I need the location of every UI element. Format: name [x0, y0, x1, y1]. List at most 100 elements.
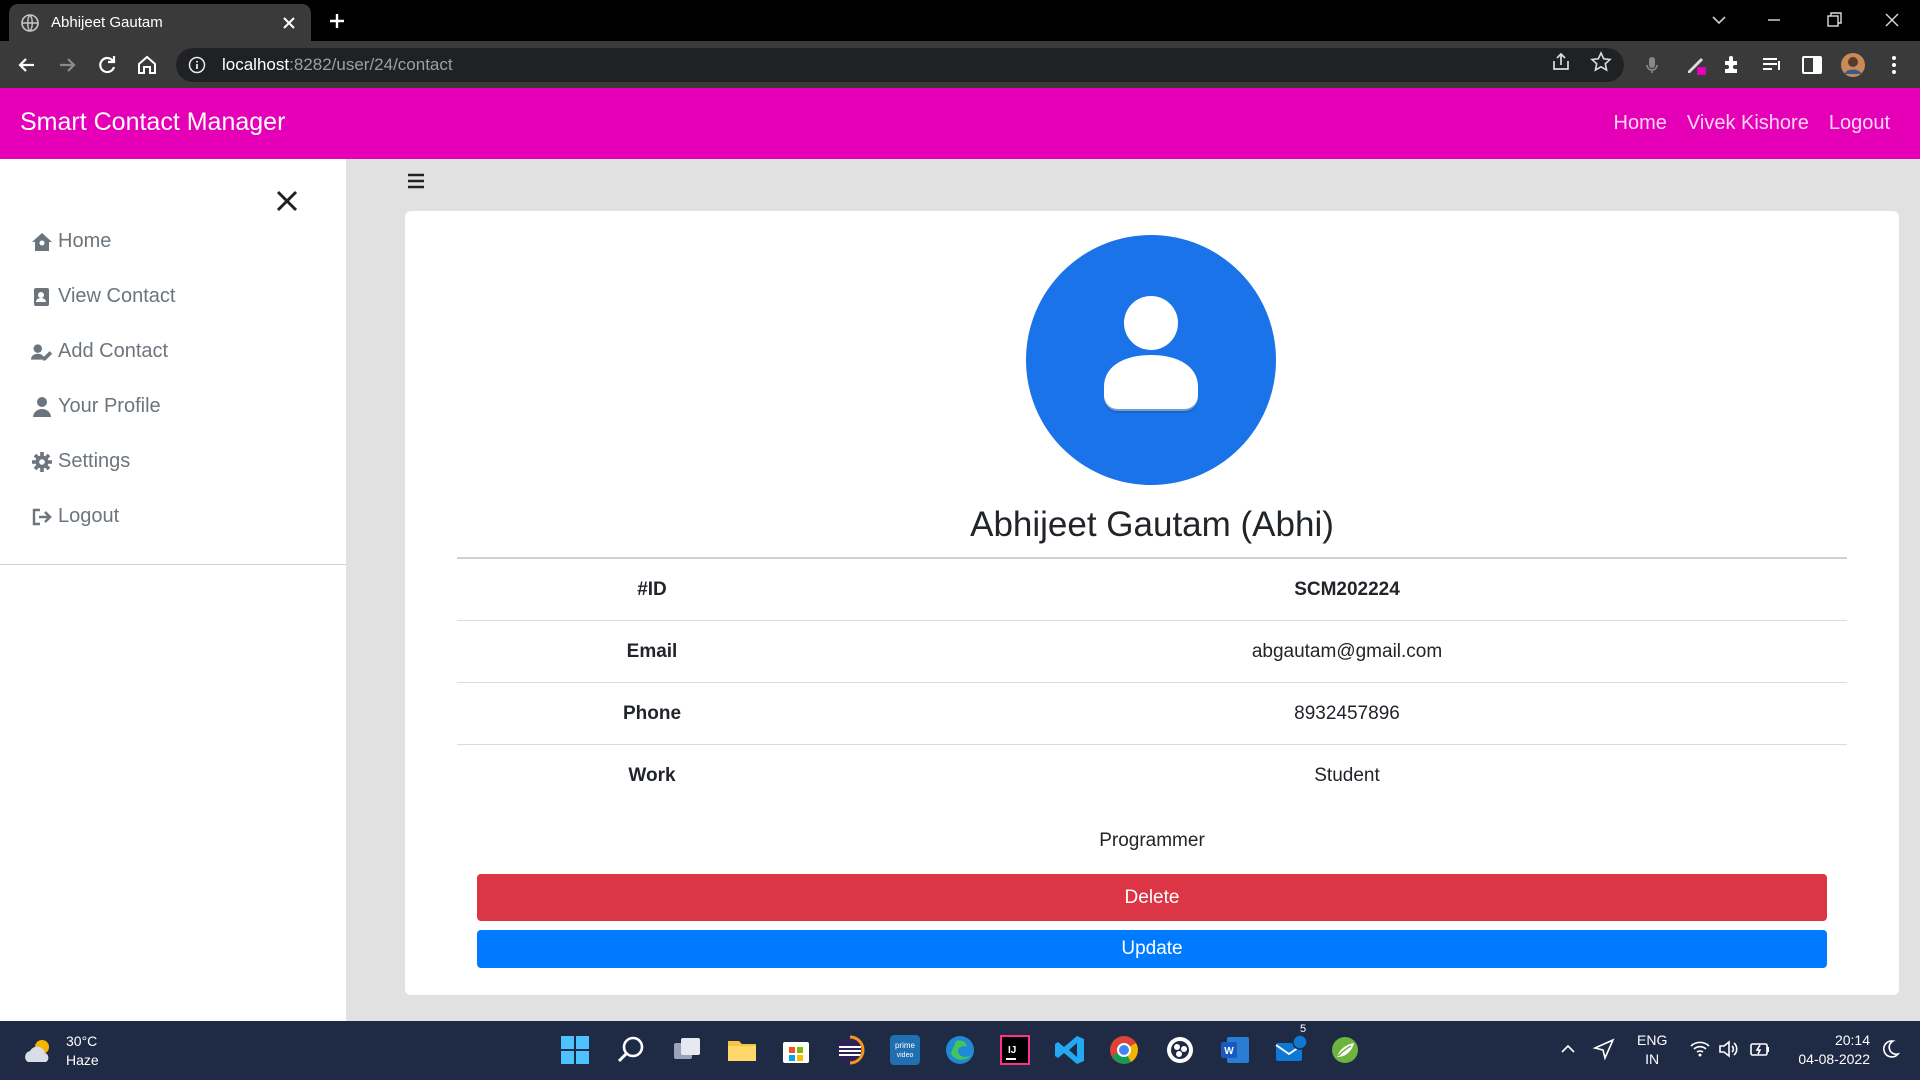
table-row: Work Student [457, 745, 1847, 807]
edge-icon[interactable] [943, 1033, 977, 1067]
user-icon [31, 396, 53, 418]
gear-icon [31, 451, 53, 473]
close-window-icon[interactable] [1880, 8, 1904, 32]
sidebar-item-your-profile[interactable]: Your Profile [0, 379, 346, 434]
sidebar-item-home[interactable]: Home [0, 214, 346, 269]
vscode-icon[interactable] [1053, 1033, 1087, 1067]
eclipse-icon[interactable] [833, 1033, 867, 1067]
region-code: IN [1645, 1051, 1660, 1067]
home-icon [31, 231, 53, 253]
tab-close-icon[interactable] [279, 13, 299, 33]
nav-logout-link[interactable]: Logout [1829, 112, 1890, 135]
task-view-icon[interactable] [670, 1033, 704, 1067]
chrome-icon[interactable] [1107, 1033, 1141, 1067]
weather-description: Haze [66, 1052, 99, 1068]
back-icon[interactable] [14, 52, 40, 78]
spring-tool-icon[interactable] [1328, 1033, 1362, 1067]
sidebar-item-view-contact[interactable]: View Contact [0, 269, 346, 324]
forward-icon[interactable] [54, 52, 80, 78]
weather-temperature: 30°C [66, 1033, 98, 1049]
clock-time: 20:14 [1834, 1032, 1870, 1048]
sidebar-item-label: Add Contact [58, 340, 169, 362]
row-value: 8932457896 [1294, 702, 1400, 724]
intellij-icon[interactable]: IJ [998, 1033, 1032, 1067]
nav-home-link[interactable]: Home [1614, 112, 1667, 135]
browser-menu-icon[interactable] [1882, 53, 1906, 77]
extension-mic-icon[interactable] [1640, 53, 1664, 77]
show-hidden-icons-icon[interactable] [1556, 1037, 1580, 1061]
windows-start-icon[interactable] [558, 1033, 592, 1067]
svg-text:IJ: IJ [1008, 1045, 1016, 1056]
globe-icon [21, 13, 39, 32]
svg-text:prime: prime [895, 1041, 916, 1050]
navbar-links: Home Vivek Kishore Logout [1614, 112, 1890, 135]
location-arrow-icon[interactable] [1592, 1037, 1616, 1061]
mail-icon[interactable] [1273, 1033, 1307, 1067]
sidebar-item-label: Home [58, 230, 112, 252]
table-row: #ID SCM202224 [457, 559, 1847, 621]
hamburger-menu-icon[interactable] [404, 169, 428, 193]
site-info-icon[interactable] [188, 56, 206, 74]
close-sidebar-icon[interactable] [270, 184, 304, 218]
language-indicator[interactable]: ENG IN [1637, 1031, 1667, 1069]
table-row: Phone 8932457896 [457, 683, 1847, 745]
sidebar-item-add-contact[interactable]: Add Contact [0, 324, 346, 379]
svg-text:W: W [1224, 1046, 1234, 1057]
prime-video-icon[interactable]: prime video [888, 1033, 922, 1067]
restore-icon[interactable] [1822, 8, 1846, 32]
update-button[interactable]: Update [477, 930, 1827, 968]
sidebar-menu: Home View Contact Add Contact Your Profi… [0, 214, 346, 565]
language-code: ENG [1637, 1032, 1668, 1048]
user-edit-icon [31, 341, 53, 363]
minimize-icon[interactable] [1762, 8, 1786, 32]
browser-tab[interactable]: Abhijeet Gautam [9, 4, 311, 41]
extensions-puzzle-icon[interactable] [1720, 53, 1744, 77]
address-bar[interactable]: localhost:8282/user/24/contact [176, 48, 1624, 82]
sidebar-item-label: Settings [58, 450, 131, 472]
sidebar-item-logout[interactable]: Logout [0, 489, 346, 544]
sidebar-item-settings[interactable]: Settings [0, 434, 346, 489]
side-panel-icon[interactable] [1800, 53, 1824, 77]
svg-text:video: video [897, 1052, 914, 1059]
media-queue-icon[interactable] [1760, 53, 1784, 77]
file-explorer-icon[interactable] [725, 1033, 759, 1067]
microsoft-store-icon[interactable] [779, 1033, 813, 1067]
focus-assist-moon-icon[interactable] [1878, 1037, 1902, 1061]
reload-icon[interactable] [94, 52, 120, 78]
contact-card: Abhijeet Gautam (Abhi) #ID SCM202224 Ema… [405, 211, 1899, 995]
sign-out-icon [31, 506, 53, 528]
battery-charging-icon[interactable] [1748, 1037, 1772, 1061]
profile-avatar-icon[interactable] [1840, 52, 1866, 78]
volume-icon[interactable] [1716, 1037, 1740, 1061]
row-label: Work [628, 765, 676, 786]
row-value: abgautam@gmail.com [1251, 640, 1443, 662]
os-taskbar: 30°C Haze prime video IJ W 5 ENG IN 20:14… [0, 1021, 1920, 1080]
word-icon[interactable]: W [1218, 1033, 1252, 1067]
sidebar-item-label: View Contact [58, 285, 176, 307]
contact-name: Abhijeet Gautam (Abhi) [970, 505, 1334, 544]
contact-details-table: #ID SCM202224 Email abgautam@gmail.com P… [457, 557, 1847, 807]
system-clock[interactable]: 20:14 04-08-2022 [1786, 1031, 1870, 1069]
delete-button[interactable]: Delete [477, 874, 1827, 921]
wifi-icon[interactable] [1688, 1037, 1712, 1061]
home-browser-icon[interactable] [134, 52, 160, 78]
main-content: Abhijeet Gautam (Abhi) #ID SCM202224 Ema… [346, 159, 1920, 1021]
mail-badge: 5 [1299, 1023, 1307, 1035]
weather-widget[interactable]: 30°C Haze [22, 1032, 99, 1070]
obs-icon[interactable] [1163, 1033, 1197, 1067]
contact-avatar-icon [1026, 235, 1276, 485]
row-value: SCM202224 [1294, 578, 1400, 600]
brand-title[interactable]: Smart Contact Manager [20, 108, 285, 137]
extension-pen-icon[interactable] [1684, 53, 1708, 77]
nav-user-link[interactable]: Vivek Kishore [1687, 112, 1809, 135]
new-tab-icon[interactable] [325, 9, 349, 33]
row-value: Student [1314, 765, 1380, 786]
share-icon[interactable] [1550, 51, 1572, 73]
tab-search-icon[interactable] [1707, 8, 1731, 32]
search-icon[interactable] [614, 1033, 648, 1067]
bookmark-star-icon[interactable] [1590, 51, 1612, 73]
browser-toolbar: localhost:8282/user/24/contact [0, 41, 1920, 88]
row-label: Email [626, 640, 678, 662]
url-path: :8282/user/24/contact [289, 55, 453, 74]
address-book-icon [31, 286, 53, 308]
